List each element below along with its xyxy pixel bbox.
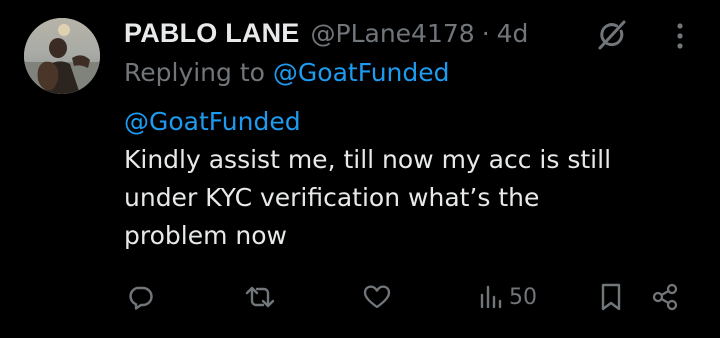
- more-icon[interactable]: [668, 20, 692, 52]
- views-icon: [480, 285, 502, 309]
- replying-to-mention[interactable]: @GoatFunded: [273, 58, 450, 87]
- avatar[interactable]: [24, 18, 100, 94]
- timestamp[interactable]: 4d: [497, 19, 529, 48]
- action-bar: 50: [0, 278, 720, 318]
- tweet-text-line: under KYC verification what’s the: [124, 183, 540, 212]
- separator-dot: ·: [481, 18, 490, 48]
- views-button[interactable]: 50: [478, 278, 537, 316]
- views-count: 50: [509, 284, 537, 310]
- tweet-text: @GoatFunded Kindly assist me, till now m…: [124, 103, 704, 255]
- reply-button[interactable]: [126, 278, 154, 316]
- retweet-button[interactable]: [244, 278, 276, 316]
- tweet-text-line: problem now: [124, 221, 287, 250]
- author-name[interactable]: PABLO LANE: [124, 18, 300, 49]
- replying-to-line: Replying to @GoatFunded: [124, 58, 450, 87]
- body-mention[interactable]: @GoatFunded: [124, 107, 301, 136]
- like-button[interactable]: [362, 278, 392, 316]
- tweet[interactable]: PABLO LANE @PLane4178 · 4d Replying to @…: [0, 0, 720, 338]
- bookmark-icon: [601, 283, 621, 311]
- grok-icon[interactable]: [594, 17, 630, 53]
- tweet-text-line: Kindly assist me, till now my acc is sti…: [124, 145, 612, 174]
- share-icon: [652, 283, 678, 311]
- bookmark-button[interactable]: [598, 278, 624, 316]
- reply-icon: [129, 286, 153, 310]
- tweet-header: PABLO LANE @PLane4178 · 4d: [124, 14, 528, 52]
- author-handle[interactable]: @PLane4178: [311, 19, 475, 48]
- share-button[interactable]: [650, 278, 680, 316]
- heart-icon: [363, 285, 391, 309]
- replying-prefix: Replying to: [124, 58, 265, 87]
- retweet-icon: [245, 286, 275, 308]
